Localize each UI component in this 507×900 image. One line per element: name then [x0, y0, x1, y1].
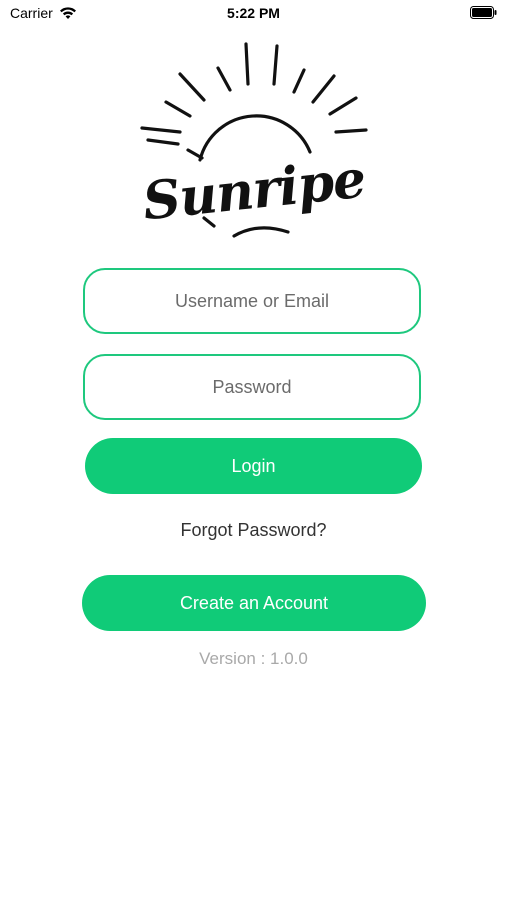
username-input[interactable]: [85, 269, 419, 333]
password-field[interactable]: [83, 354, 421, 420]
username-field[interactable]: [83, 268, 421, 334]
password-input[interactable]: [85, 355, 419, 419]
status-time: 5:22 PM: [227, 5, 280, 21]
sunripe-logo: Sunripe: [138, 40, 370, 240]
battery-icon: [470, 6, 497, 19]
version-label: Version : 1.0.0: [199, 649, 308, 668]
login-button[interactable]: Login: [85, 438, 422, 494]
forgot-password-link[interactable]: Forgot Password?: [0, 520, 507, 541]
status-bar: Carrier 5:22 PM: [0, 0, 507, 28]
create-account-button[interactable]: Create an Account: [82, 575, 426, 631]
